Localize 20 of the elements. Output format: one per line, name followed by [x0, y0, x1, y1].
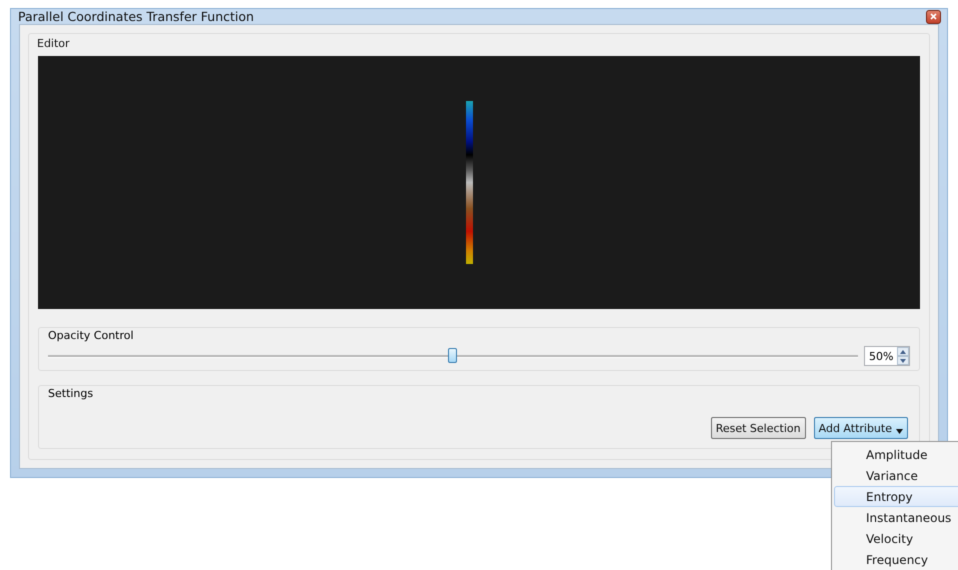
spin-arrows-icon[interactable] [897, 347, 909, 365]
menu-item[interactable]: Variance [834, 465, 958, 486]
reset-selection-button[interactable]: Reset Selection [710, 417, 806, 439]
group-title: Opacity Control [48, 328, 135, 342]
group-title: Settings [48, 386, 94, 400]
opacity-slider[interactable] [48, 348, 858, 364]
menu-item[interactable]: Amplitude [834, 444, 958, 465]
slider-thumb[interactable] [448, 348, 457, 363]
menu-item[interactable]: Velocity [834, 528, 958, 549]
window-title: Parallel Coordinates Transfer Function [18, 9, 254, 24]
menu-item[interactable]: Entropy [834, 486, 958, 507]
color-gradient-bar[interactable] [466, 101, 472, 264]
menu-item[interactable]: Frequency [834, 549, 958, 570]
menu-item[interactable]: Instantaneous [834, 507, 958, 528]
close-button[interactable] [926, 10, 941, 24]
caret-icon [896, 428, 903, 434]
group-title: Editor [37, 36, 71, 52]
opacity-spinbox[interactable]: 50% [864, 346, 910, 366]
add-attribute-dropdown[interactable]: Add Attribute [814, 417, 908, 439]
close-icon [930, 13, 937, 20]
